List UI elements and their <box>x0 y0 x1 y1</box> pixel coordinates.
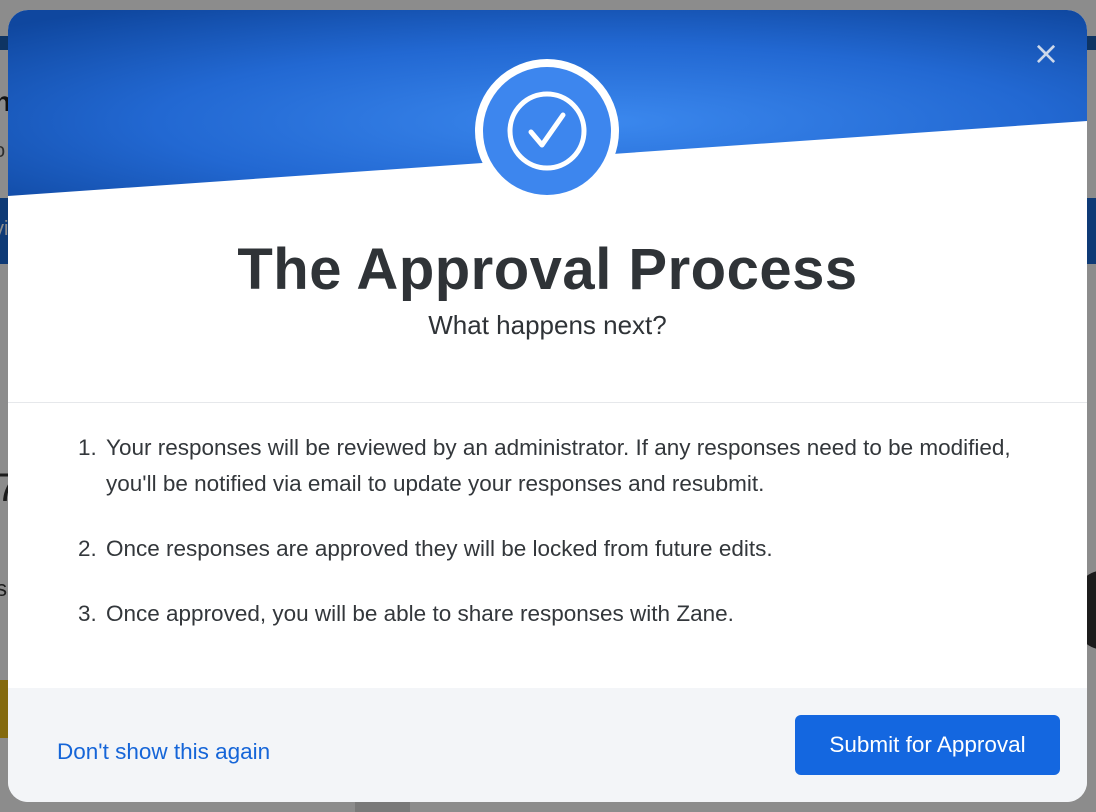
list-item: 3. Once approved, you will be able to sh… <box>78 596 1038 632</box>
list-item: 2. Once responses are approved they will… <box>78 531 1038 567</box>
step-text: Your responses will be reviewed by an ad… <box>106 435 1011 496</box>
badge-ring <box>475 59 619 203</box>
approval-modal: × The Approval Process What happens next… <box>8 10 1087 802</box>
modal-footer: Don't show this again Submit for Approva… <box>8 688 1087 802</box>
dont-show-again-link[interactable]: Don't show this again <box>57 739 270 765</box>
step-text: Once responses are approved they will be… <box>106 536 773 561</box>
modal-subtitle: What happens next? <box>428 310 667 340</box>
close-icon[interactable]: × <box>1031 37 1061 69</box>
divider <box>8 402 1087 403</box>
step-number: 2. <box>78 536 97 561</box>
step-text: Once approved, you will be able to share… <box>106 601 734 626</box>
submit-for-approval-button[interactable]: Submit for Approval <box>795 715 1060 775</box>
modal-title: The Approval Process <box>237 237 858 302</box>
step-number: 1. <box>78 435 97 460</box>
step-number: 3. <box>78 601 97 626</box>
check-circle-icon <box>483 67 611 195</box>
list-item: 1. Your responses will be reviewed by an… <box>78 430 1038 502</box>
steps-list: 1. Your responses will be reviewed by an… <box>78 430 1038 661</box>
